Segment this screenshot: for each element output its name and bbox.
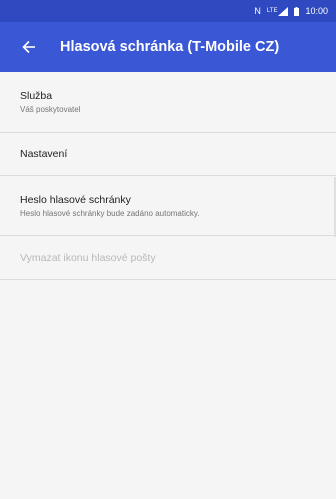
lte-label: LTE xyxy=(266,8,278,14)
setting-setup-title: Nastavení xyxy=(20,148,68,160)
status-bar: N LTE 10:00 xyxy=(0,0,336,22)
setting-clear-voicemail-icon-title: Vymazat ikonu hlasové pošty xyxy=(20,251,156,264)
setting-service-summary: Váš poskytovatel xyxy=(20,105,81,114)
setting-service[interactable]: Služba Váš poskytovatel xyxy=(0,72,336,133)
setting-service-title: Služba xyxy=(20,90,53,102)
setting-voicemail-password[interactable]: Heslo hlasové schránky Heslo hlasové sch… xyxy=(0,176,336,236)
setting-clear-voicemail-icon: Vymazat ikonu hlasové pošty xyxy=(0,236,336,280)
settings-list: Služba Váš poskytovatel Nastavení Heslo … xyxy=(0,72,336,280)
battery-icon xyxy=(294,6,300,16)
signal-strength-icon xyxy=(278,6,289,16)
lte-signal-icon: LTE xyxy=(266,6,289,16)
page-title: Hlasová schránka (T-Mobile CZ) xyxy=(60,39,280,55)
setting-voicemail-password-summary: Heslo hlasové schránky bude zadáno autom… xyxy=(20,208,200,218)
setting-voicemail-password-title: Heslo hlasové schránky xyxy=(20,193,131,206)
clock: 10:00 xyxy=(305,6,328,16)
setting-setup[interactable]: Nastavení xyxy=(0,133,336,176)
app-bar: Hlasová schránka (T-Mobile CZ) xyxy=(0,22,336,72)
nfc-indicator: N xyxy=(254,6,261,16)
arrow-left-icon[interactable] xyxy=(20,38,38,56)
